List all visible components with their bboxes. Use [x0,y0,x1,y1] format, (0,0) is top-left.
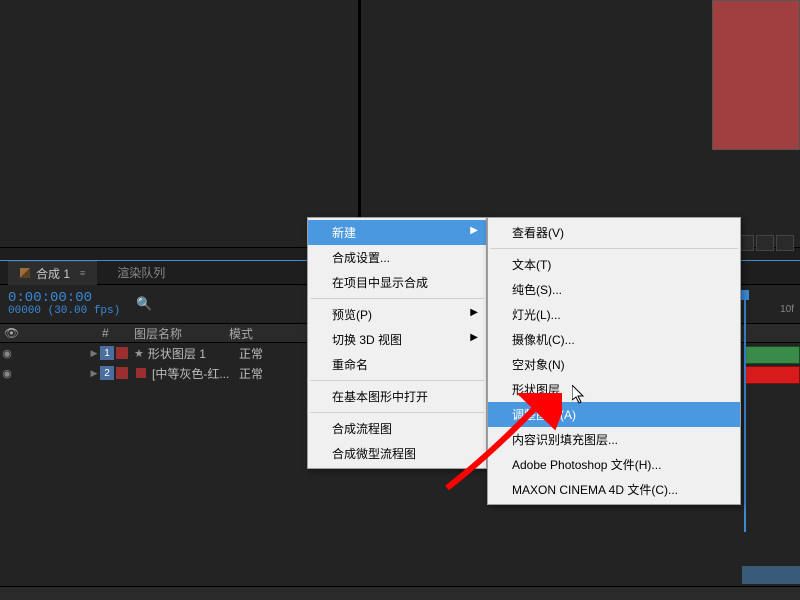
toolbar-icon[interactable] [756,235,774,251]
ruler-tick: 10f [780,304,794,315]
index-column-header: # [102,326,116,340]
visibility-eye-icon[interactable]: ◉ [0,347,14,360]
shape-layer-icon: ★ [134,347,144,360]
layer-track-bar[interactable] [744,346,800,364]
submenu-arrow-icon: ▶ [470,307,478,318]
search-icon[interactable]: 🔍 [136,296,152,312]
layer-name-header[interactable]: 图层名称 [130,325,225,342]
layer-mode[interactable]: 正常 [235,365,285,382]
solid-icon [136,368,146,378]
work-area-bar[interactable] [742,566,800,584]
layer-track-bar[interactable] [744,366,800,384]
viewer-divider [358,0,361,248]
menu-item[interactable]: 灯光(L)... [488,302,740,327]
submenu-arrow-icon: ▶ [470,225,478,236]
viewer-toolbar [736,235,794,251]
toolbar-icon[interactable] [776,235,794,251]
visibility-eye-icon[interactable]: ◉ [0,367,14,380]
menu-separator [310,380,484,381]
tab-label: 合成 1 [36,265,70,282]
menu-item[interactable]: MAXON CINEMA 4D 文件(C)... [488,477,740,502]
menu-separator [490,248,738,249]
menu-item[interactable]: 预览(P)▶ [308,302,486,327]
layer-index: 2 [100,366,114,380]
menu-item[interactable]: 在项目中显示合成 [308,270,486,295]
menu-item[interactable]: 纯色(S)... [488,277,740,302]
menu-item[interactable]: 在基本图形中打开 [308,384,486,409]
tab-label: 渲染队列 [117,264,165,281]
layer-color-swatch[interactable] [116,367,128,379]
menu-item[interactable]: 调整图层(A) [488,402,740,427]
menu-separator [310,298,484,299]
mode-header[interactable]: 模式 [225,325,275,342]
shape-preview [712,0,800,150]
menu-item[interactable]: 切换 3D 视图▶ [308,327,486,352]
tab-menu-icon[interactable]: ≡ [80,268,85,278]
twirl-icon[interactable]: ▶ [88,348,100,359]
menu-item[interactable]: 形状图层 [488,377,740,402]
twirl-icon[interactable]: ▶ [88,368,100,379]
context-submenu-new[interactable]: 查看器(V) 文本(T)纯色(S)...灯光(L)...摄像机(C)...空对象(… [487,217,741,505]
menu-item[interactable]: 内容识别填充图层... [488,427,740,452]
bottom-bar [0,586,800,600]
menu-item[interactable]: 文本(T) [488,252,740,277]
menu-item[interactable]: 合成设置... [308,245,486,270]
layer-color-swatch[interactable] [116,347,128,359]
menu-item[interactable]: 合成微型流程图 [308,441,486,466]
menu-item[interactable]: 摄像机(C)... [488,327,740,352]
playhead[interactable] [744,292,746,532]
layer-name[interactable]: [中等灰色-红... [130,365,235,382]
fps-label: 00000 (30.00 fps) [8,305,120,317]
menu-item[interactable]: 新建▶ [308,220,486,245]
menu-item[interactable]: 重命名 [308,352,486,377]
submenu-arrow-icon: ▶ [470,332,478,343]
menu-item[interactable]: 合成流程图 [308,416,486,441]
composition-icon [20,268,30,278]
eye-column-icon: 👁 [4,326,19,340]
tab-composition[interactable]: 合成 1 ≡ [8,261,97,285]
context-menu[interactable]: 新建▶合成设置...在项目中显示合成预览(P)▶切换 3D 视图▶重命名在基本图… [307,217,487,469]
menu-item[interactable]: 空对象(N) [488,352,740,377]
layer-name[interactable]: ★形状图层 1 [130,345,235,362]
toggle-columns: 👁 [0,326,88,340]
menu-item[interactable]: Adobe Photoshop 文件(H)... [488,452,740,477]
menu-item[interactable]: 查看器(V) [488,220,740,245]
layer-mode[interactable]: 正常 [235,345,285,362]
viewer-area [0,0,800,248]
menu-separator [310,412,484,413]
timecode-block[interactable]: 0:00:00:00 00000 (30.00 fps) [8,291,120,316]
layer-index: 1 [100,346,114,360]
tab-render-queue[interactable]: 渲染队列 [105,261,177,284]
